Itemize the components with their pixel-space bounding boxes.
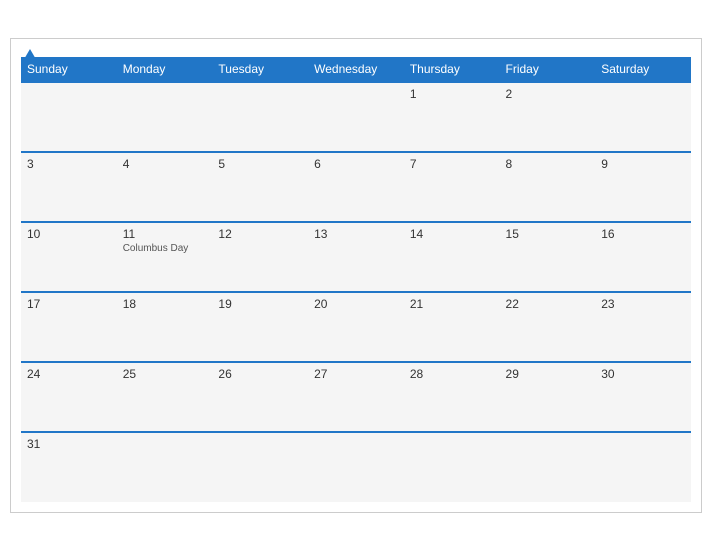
calendar-table: SundayMondayTuesdayWednesdayThursdayFrid…: [21, 57, 691, 502]
day-number: 28: [410, 367, 494, 381]
day-number: 25: [123, 367, 207, 381]
day-number: 31: [27, 437, 111, 451]
calendar-cell: 2: [500, 82, 596, 152]
calendar-cell: 1: [404, 82, 500, 152]
week-row-4: 24 25 26 27 28 29 30: [21, 362, 691, 432]
day-number: 19: [218, 297, 302, 311]
calendar-cell: 29: [500, 362, 596, 432]
calendar-cell: 10: [21, 222, 117, 292]
weekday-header-saturday: Saturday: [595, 57, 691, 82]
calendar-cell: [404, 432, 500, 502]
day-number: 30: [601, 367, 685, 381]
weekday-header-wednesday: Wednesday: [308, 57, 404, 82]
calendar-cell: 20: [308, 292, 404, 362]
day-number: 4: [123, 157, 207, 171]
calendar-cell: 15: [500, 222, 596, 292]
calendar-cell: 31: [21, 432, 117, 502]
calendar-container: SundayMondayTuesdayWednesdayThursdayFrid…: [10, 38, 702, 513]
day-number: 6: [314, 157, 398, 171]
day-number: 23: [601, 297, 685, 311]
day-number: 15: [506, 227, 590, 241]
day-number: 16: [601, 227, 685, 241]
calendar-cell: 24: [21, 362, 117, 432]
calendar-cell: 4: [117, 152, 213, 222]
calendar-cell: 23: [595, 292, 691, 362]
calendar-cell: 13: [308, 222, 404, 292]
calendar-cell: 22: [500, 292, 596, 362]
calendar-cell: 7: [404, 152, 500, 222]
calendar-cell: [500, 432, 596, 502]
weekday-header-friday: Friday: [500, 57, 596, 82]
calendar-cell: 18: [117, 292, 213, 362]
calendar-cell: [21, 82, 117, 152]
weekday-header-tuesday: Tuesday: [212, 57, 308, 82]
weekday-header-monday: Monday: [117, 57, 213, 82]
day-number: 13: [314, 227, 398, 241]
calendar-cell: 16: [595, 222, 691, 292]
calendar-cell: [117, 432, 213, 502]
calendar-cell: 6: [308, 152, 404, 222]
calendar-cell: [595, 82, 691, 152]
day-number: 7: [410, 157, 494, 171]
calendar-cell: 8: [500, 152, 596, 222]
day-number: 24: [27, 367, 111, 381]
calendar-thead: SundayMondayTuesdayWednesdayThursdayFrid…: [21, 57, 691, 82]
day-number: 3: [27, 157, 111, 171]
logo-triangle-icon: [23, 49, 37, 61]
calendar-cell: 27: [308, 362, 404, 432]
day-number: 12: [218, 227, 302, 241]
calendar-cell: [308, 82, 404, 152]
day-number: 5: [218, 157, 302, 171]
day-number: 27: [314, 367, 398, 381]
calendar-cell: 14: [404, 222, 500, 292]
day-number: 26: [218, 367, 302, 381]
calendar-cell: 25: [117, 362, 213, 432]
day-number: 9: [601, 157, 685, 171]
calendar-cell: 30: [595, 362, 691, 432]
calendar-cell: 9: [595, 152, 691, 222]
calendar-cell: [212, 82, 308, 152]
calendar-cell: [308, 432, 404, 502]
calendar-cell: 3: [21, 152, 117, 222]
week-row-2: 10 11 Columbus Day 12 13 14 15 16: [21, 222, 691, 292]
calendar-cell: [212, 432, 308, 502]
event-label: Columbus Day: [123, 243, 207, 254]
calendar-cell: 21: [404, 292, 500, 362]
day-number: 1: [410, 87, 494, 101]
day-number: 21: [410, 297, 494, 311]
calendar-cell: 19: [212, 292, 308, 362]
calendar-cell: [117, 82, 213, 152]
week-row-5: 31: [21, 432, 691, 502]
week-row-0: 12: [21, 82, 691, 152]
calendar-cell: 26: [212, 362, 308, 432]
day-number: 22: [506, 297, 590, 311]
day-number: 11: [123, 227, 207, 241]
day-number: 8: [506, 157, 590, 171]
day-number: 29: [506, 367, 590, 381]
day-number: 17: [27, 297, 111, 311]
week-row-1: 3456789: [21, 152, 691, 222]
weekday-header-thursday: Thursday: [404, 57, 500, 82]
day-number: 2: [506, 87, 590, 101]
weekday-header-row: SundayMondayTuesdayWednesdayThursdayFrid…: [21, 57, 691, 82]
calendar-cell: 17: [21, 292, 117, 362]
day-number: 10: [27, 227, 111, 241]
day-number: 20: [314, 297, 398, 311]
calendar-cell: [595, 432, 691, 502]
logo: [21, 49, 37, 61]
calendar-cell: 28: [404, 362, 500, 432]
day-number: 18: [123, 297, 207, 311]
calendar-cell: 12: [212, 222, 308, 292]
calendar-cell: 11 Columbus Day: [117, 222, 213, 292]
calendar-cell: 5: [212, 152, 308, 222]
calendar-tbody: 1234567891011Columbus Day121314151617181…: [21, 82, 691, 502]
week-row-3: 17 18 19 20 21 22 23: [21, 292, 691, 362]
day-number: 14: [410, 227, 494, 241]
